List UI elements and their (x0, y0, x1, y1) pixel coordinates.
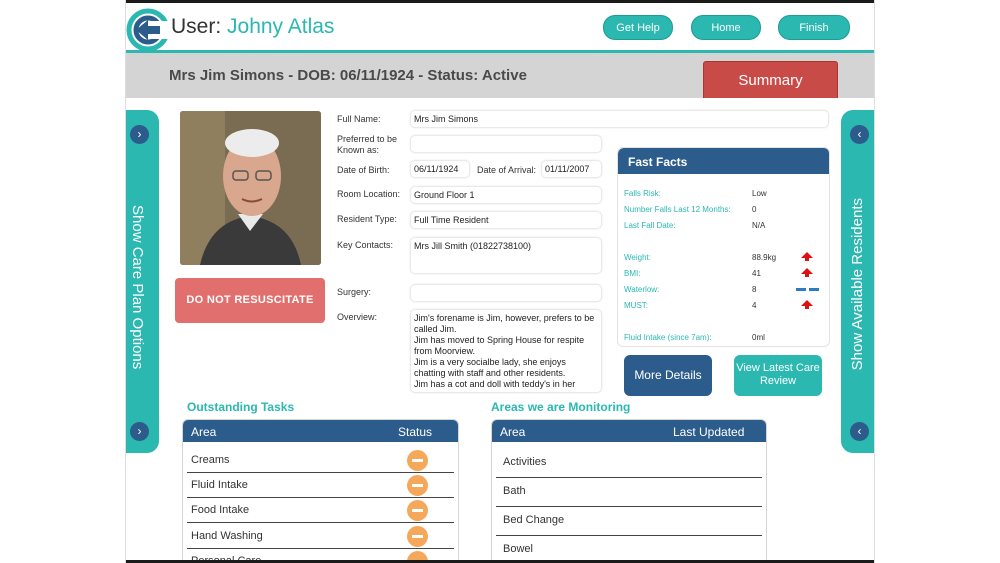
monitoring-row[interactable]: Bowel (492, 536, 766, 562)
finish-button[interactable]: Finish (778, 15, 850, 40)
fluid-intake-label: Fluid Intake (since 7am): (624, 333, 712, 342)
monitoring-col-updated: Last Updated (673, 425, 745, 439)
chevron-left-icon[interactable]: ‹ (850, 125, 869, 144)
key-contacts-label: Key Contacts: (337, 240, 394, 250)
arrival-field[interactable]: 01/11/2007 (541, 160, 602, 178)
user-name: Johny Atlas (227, 15, 335, 38)
surgery-label: Surgery: (337, 287, 372, 297)
app-logo-icon (126, 8, 168, 52)
room-label: Room Location: (337, 189, 401, 199)
dob-label: Date of Birth: (337, 165, 390, 175)
monitoring-area: Bed Change (503, 514, 565, 526)
task-row[interactable]: Fluid Intake (183, 473, 458, 498)
weight-label: Weight: (624, 253, 651, 262)
weight-value: 88.9kg (752, 253, 777, 262)
falls-count-value: 0 (752, 205, 757, 214)
header: User: Johny Atlas Get Help Home Finish (126, 3, 874, 52)
user-title: User: Johny Atlas (171, 15, 334, 39)
dob-field[interactable]: 06/11/1924 (410, 160, 470, 178)
task-area: Hand Washing (191, 530, 263, 542)
trend-up-icon (801, 252, 813, 261)
resident-type-label: Resident Type: (337, 214, 397, 224)
waterlow-value: 8 (752, 285, 757, 294)
care-plan-options-panel[interactable]: › Show Care Plan Options › (126, 110, 159, 453)
tasks-col-status: Status (398, 425, 433, 439)
resident-portrait-icon (180, 111, 321, 265)
app-window: User: Johny Atlas Get Help Home Finish M… (125, 0, 875, 563)
monitoring-title: Areas we are Monitoring (491, 400, 631, 414)
care-plan-options-label: Show Care Plan Options (129, 205, 146, 370)
status-pending-icon[interactable] (407, 526, 428, 547)
monitoring-row[interactable]: Bed Change (492, 507, 766, 536)
available-residents-label: Show Available Residents (849, 198, 866, 371)
view-care-review-button[interactable]: View Latest Care Review (734, 355, 822, 396)
overview-label: Overview: (337, 312, 378, 322)
monitoring-row[interactable]: Bath (492, 478, 766, 507)
task-row[interactable]: Hand Washing (183, 524, 458, 549)
available-residents-panel[interactable]: ‹ Show Available Residents ‹ (841, 110, 874, 453)
bmi-label: BMI: (624, 269, 641, 278)
must-label: MUST: (624, 301, 648, 310)
monitoring-area: Bowel (503, 543, 533, 555)
bmi-value: 41 (752, 269, 761, 278)
full-name-field[interactable]: Mrs Jim Simons (410, 110, 829, 128)
fast-facts-card: Fast Facts Falls Risk: Low Number Falls … (617, 147, 830, 347)
task-area: Food Intake (191, 504, 250, 516)
user-prefix: User: (171, 15, 228, 38)
falls-count-label: Number Falls Last 12 Months: (624, 205, 731, 214)
row-divider (187, 522, 454, 523)
room-field[interactable]: Ground Floor 1 (410, 186, 602, 204)
last-fall-label: Last Fall Date: (624, 221, 676, 230)
dnr-alert: DO NOT RESUSCITATE (175, 278, 325, 323)
monitoring-row[interactable]: Activities (492, 449, 766, 478)
chevron-right-icon[interactable]: › (130, 422, 149, 441)
must-value: 4 (752, 301, 757, 310)
more-details-button[interactable]: More Details (624, 355, 712, 396)
resident-banner: Mrs Jim Simons - DOB: 06/11/1924 - Statu… (126, 53, 874, 98)
arrival-label: Date of Arrival: (477, 165, 537, 175)
task-row[interactable]: Creams (183, 448, 458, 473)
overview-field[interactable]: Jim's forename is Jim, however, prefers … (410, 309, 602, 393)
get-help-button[interactable]: Get Help (603, 15, 673, 40)
status-pending-icon[interactable] (407, 475, 428, 496)
monitoring-col-area: Area (500, 425, 526, 439)
surgery-field[interactable] (410, 284, 602, 302)
fluid-intake-value: 0ml (752, 333, 765, 342)
fast-facts-title: Fast Facts (618, 148, 829, 174)
monitoring-area: Bath (503, 485, 526, 497)
home-button[interactable]: Home (691, 15, 761, 40)
full-name-label: Full Name: (337, 114, 381, 124)
trend-steady-icon (796, 288, 820, 291)
falls-risk-value: Low (752, 189, 767, 198)
monitoring-table: Area Last Updated Activities Bath Bed Ch… (491, 419, 767, 563)
chevron-right-icon[interactable]: › (130, 125, 149, 144)
waterlow-label: Waterlow: (624, 285, 660, 294)
task-area: Creams (191, 454, 230, 466)
monitoring-table-header: Area Last Updated (492, 420, 766, 442)
status-pending-icon[interactable] (407, 500, 428, 521)
key-contacts-field[interactable]: Mrs Jill Smith (01822738100) (410, 237, 602, 274)
known-as-label: Preferred to be Known as: (337, 134, 398, 155)
outstanding-tasks-table: Area Status Creams Fluid Intake Food Int… (182, 419, 459, 563)
resident-photo (180, 111, 321, 265)
known-as-field[interactable] (410, 135, 602, 153)
tasks-table-header: Area Status (183, 420, 458, 442)
chevron-left-icon[interactable]: ‹ (850, 422, 869, 441)
last-fall-value: N/A (752, 221, 766, 230)
status-pending-icon[interactable] (407, 450, 428, 471)
resident-type-field[interactable]: Full Time Resident (410, 211, 602, 229)
summary-button[interactable]: Summary (703, 61, 838, 98)
trend-up-icon (801, 268, 813, 277)
falls-risk-label: Falls Risk: (624, 189, 661, 198)
outstanding-tasks-title: Outstanding Tasks (187, 400, 295, 414)
tasks-col-area: Area (191, 425, 217, 439)
task-row[interactable]: Food Intake (183, 498, 458, 523)
task-area: Fluid Intake (191, 479, 248, 491)
monitoring-area: Activities (503, 456, 547, 468)
resident-heading: Mrs Jim Simons - DOB: 06/11/1924 - Statu… (169, 67, 527, 84)
trend-up-icon (801, 300, 813, 309)
